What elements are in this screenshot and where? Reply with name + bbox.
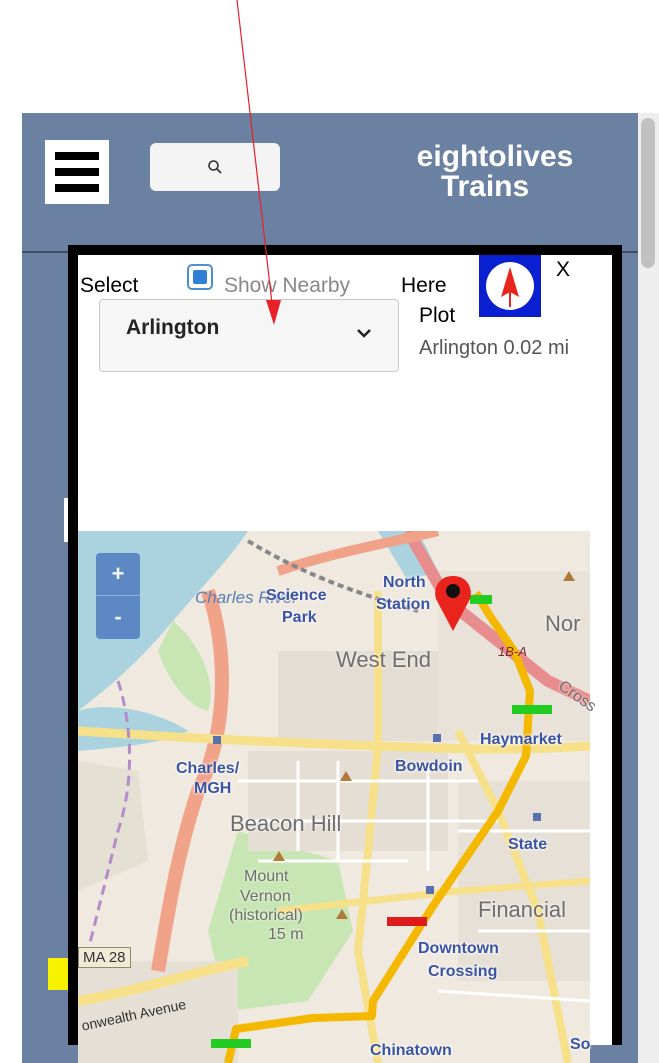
map-label-nor: Nor [545, 611, 581, 636]
side-badge [48, 958, 68, 990]
close-button[interactable]: X [556, 258, 570, 282]
menu-bar [55, 152, 99, 160]
brand-line-2: Trains [440, 170, 530, 203]
compass-icon [486, 262, 534, 310]
map-label-financial: Financial [478, 897, 567, 922]
map-label-beacon-hill: Beacon Hill [230, 811, 342, 836]
map-label-crossing: Crossing [428, 963, 498, 980]
scrollbar-thumb[interactable] [641, 118, 655, 268]
menu-bar [55, 184, 99, 192]
map-label-downtown: Downtown [418, 940, 499, 957]
map-label-park: Park [282, 609, 317, 626]
select-label: Select [80, 274, 139, 297]
map-label-west-end: West End [336, 647, 431, 672]
brand-line-1: eightolives [416, 140, 574, 173]
here-label: Here [401, 274, 447, 297]
map-label-state: State [508, 836, 548, 853]
map-tiles [78, 531, 590, 1063]
map-view[interactable] [78, 531, 590, 1063]
map-label-bowdoin: Bowdoin [395, 758, 463, 775]
show-nearby-checkbox[interactable] [187, 264, 213, 290]
distance-text: Arlington 0.02 mi [419, 337, 570, 359]
brand-title: eightolives Trains [370, 142, 620, 202]
station-select[interactable]: Arlington [99, 299, 399, 372]
hamburger-menu-icon[interactable] [45, 140, 109, 204]
map-label-charles-mgh: Charles/ [176, 760, 240, 777]
chevron-down-icon [357, 329, 371, 338]
map-label-mount: Mount [244, 868, 289, 885]
map-label-route: 1B-A [498, 644, 527, 659]
zoom-control: + - [96, 553, 140, 639]
compass-button[interactable] [479, 255, 541, 317]
map-label-elevation: 15 m [268, 926, 304, 943]
map-label-science: Science [266, 587, 327, 604]
map-label-so: So [570, 1036, 591, 1053]
map-label-north: North [383, 574, 426, 591]
map-label-station: Station [376, 596, 431, 613]
station-select-value: Arlington [126, 316, 220, 339]
plot-label[interactable]: Plot [419, 304, 455, 328]
map-label-haymarket: Haymarket [480, 731, 562, 748]
zoom-out-button[interactable]: - [96, 595, 140, 638]
search-button[interactable] [150, 143, 280, 191]
map-label-ma28: MA 28 [78, 947, 131, 968]
map-label-mgh: MGH [194, 780, 232, 797]
map-label-historical: (historical) [229, 907, 303, 924]
map-label-chinatown: Chinatown [370, 1042, 452, 1059]
search-icon [208, 160, 222, 174]
map-label-vernon: Vernon [240, 888, 291, 905]
show-nearby-label: Show Nearby [224, 274, 351, 297]
zoom-in-button[interactable]: + [96, 553, 140, 595]
checkbox-mark [193, 270, 207, 284]
menu-bar [55, 168, 99, 176]
